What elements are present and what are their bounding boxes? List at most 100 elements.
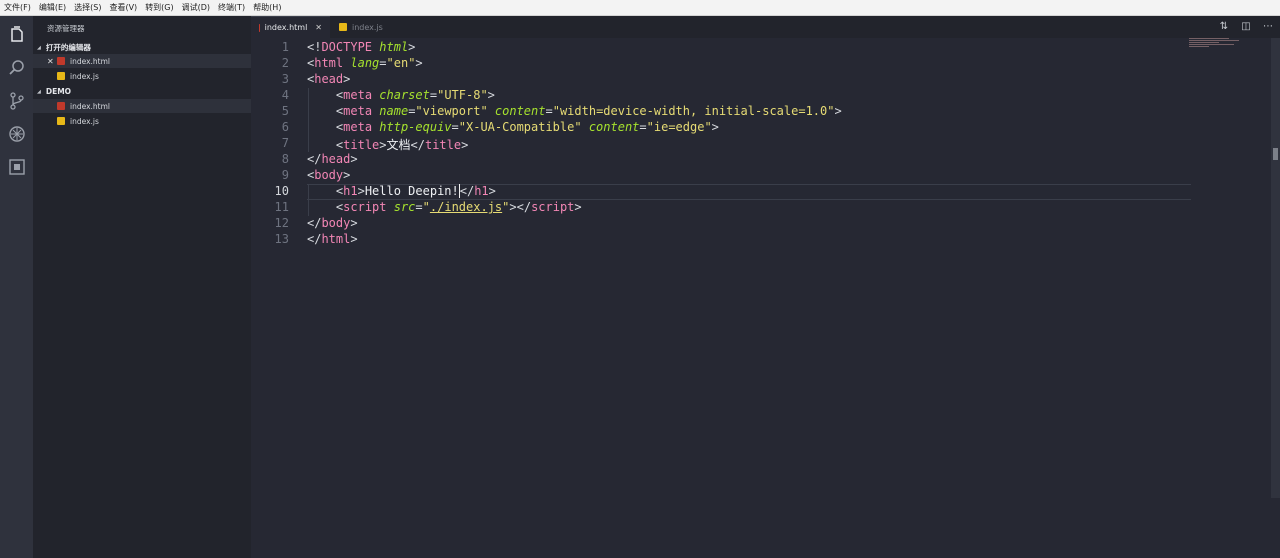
code-line[interactable]: <meta charset="UTF-8"> [307,88,495,102]
code-line[interactable]: </body> [307,216,358,230]
code-token: > [461,138,469,152]
tab-label: index.html [264,23,308,32]
line-number: 7 [281,136,289,150]
code-token: </ [307,232,322,246]
code-token: > [350,232,358,246]
line-number: 12 [274,216,289,230]
menu-bar: 文件(F) 编辑(E) 选择(S) 查看(V) 转到(G) 调试(D) 终端(T) 帮助(H) [0,0,1280,16]
line-number: 5 [281,104,289,118]
compare-changes-icon[interactable]: ⇅ [1218,21,1230,33]
code-token: > [350,216,358,230]
project-section[interactable]: ◢ DEMO [37,87,71,96]
tab-index-html[interactable]: index.html ✕ [251,16,330,38]
menu-item[interactable]: 文件(F) [4,2,31,13]
js-file-icon [57,72,65,80]
code-line[interactable]: <!DOCTYPE html> [307,40,415,54]
line-number: 3 [281,72,289,86]
html-file-icon [57,57,65,65]
code-line[interactable]: </head> [307,152,358,166]
code-token: </ [410,138,425,152]
source-control-icon[interactable] [6,90,27,111]
line-number: 4 [281,88,289,102]
file-tree-item[interactable]: index.js [33,114,251,128]
menu-item[interactable]: 帮助(H) [253,2,281,13]
code-token: html [314,56,344,70]
minimap[interactable] [1189,38,1249,58]
code-line[interactable]: <meta http-equiv="X-UA-Compatible" conte… [307,120,719,134]
code-token: content [588,120,640,134]
menu-item[interactable]: 编辑(E) [39,2,66,13]
code-token: meta [343,104,373,118]
code-token: "X-UA-Compatible" [458,120,582,134]
code-token: lang [350,56,380,70]
line-number: 13 [274,232,289,246]
open-editor-item[interactable]: index.js [33,69,251,83]
code-token: = [545,104,553,118]
code-token: ./index.js [429,200,503,214]
code-token: "ie=edge" [646,120,712,134]
code-line[interactable]: <meta name="viewport" content="width=dev… [307,104,842,118]
code-token: = [639,120,647,134]
menu-item[interactable]: 转到(G) [145,2,173,13]
more-actions-icon[interactable]: ⋯ [1262,21,1274,33]
open-editor-label: index.html [70,56,110,66]
close-icon[interactable]: ✕ [47,57,54,66]
menu-item[interactable]: 选择(S) [74,2,101,13]
sidebar-title: 资源管理器 [47,24,85,33]
code-token: > [415,56,423,70]
explorer-sidebar: 资源管理器 ◢ 打开的编辑器 ✕ index.html index.js ◢ D… [33,16,251,558]
code-token: > [379,138,387,152]
search-icon[interactable] [6,57,27,78]
line-number: 9 [281,168,289,182]
code-token: </ [307,152,322,166]
code-line[interactable]: <script src="./index.js"></script> [307,200,582,214]
code-token: html [379,40,409,54]
tab-index-js[interactable]: index.js [331,16,401,38]
code-token: meta [343,88,373,102]
code-token: h1 [474,184,489,198]
code-line[interactable]: <body> [307,168,350,182]
html-file-icon [259,23,260,32]
line-number: 11 [274,200,289,214]
menu-item[interactable]: 调试(D) [182,2,210,13]
split-editor-icon[interactable]: ◫ [1240,21,1252,33]
code-line[interactable]: <title>文档</title> [307,136,468,153]
vertical-scrollbar[interactable] [1271,38,1280,498]
code-line[interactable]: <html lang="en"> [307,56,423,70]
collapse-triangle-icon: ◢ [37,88,41,95]
close-icon[interactable]: ✕ [315,23,322,32]
code-token: title [343,138,380,152]
scrollbar-thumb[interactable] [1273,148,1278,160]
code-token: > [343,168,351,182]
code-token: h1 [343,184,358,198]
code-token: title [424,138,462,152]
code-token: src [393,200,416,214]
code-token: <! [307,40,322,54]
menu-item[interactable]: 查看(V) [109,2,137,13]
code-token: script [531,200,575,214]
debug-icon[interactable] [6,123,27,144]
code-line[interactable]: </html> [307,232,358,246]
file-tree-item[interactable]: index.html [33,99,251,113]
code-token: head [314,72,344,86]
menu-item[interactable]: 终端(T) [218,2,245,13]
open-editor-item[interactable]: ✕ index.html [33,54,251,68]
line-number: 6 [281,120,289,134]
files-icon[interactable] [6,24,27,45]
code-line[interactable]: <h1>Hello Deepin!</h1> [307,184,496,198]
tab-label: index.js [352,22,383,32]
code-line[interactable]: <head> [307,72,350,86]
line-number: 1 [281,40,289,54]
code-token: > [488,184,496,198]
js-file-icon [57,117,65,125]
extensions-icon[interactable] [6,156,27,177]
line-number: 10 [274,184,289,198]
open-editors-section[interactable]: ◢ 打开的编辑器 [37,42,91,53]
code-editor[interactable]: 1 2 3 4 5 6 7 8 9 10 11 12 13 <!DOCTYPE html> <html l… [251,38,1280,558]
line-number: 2 [281,56,289,70]
html-file-icon [57,102,65,110]
